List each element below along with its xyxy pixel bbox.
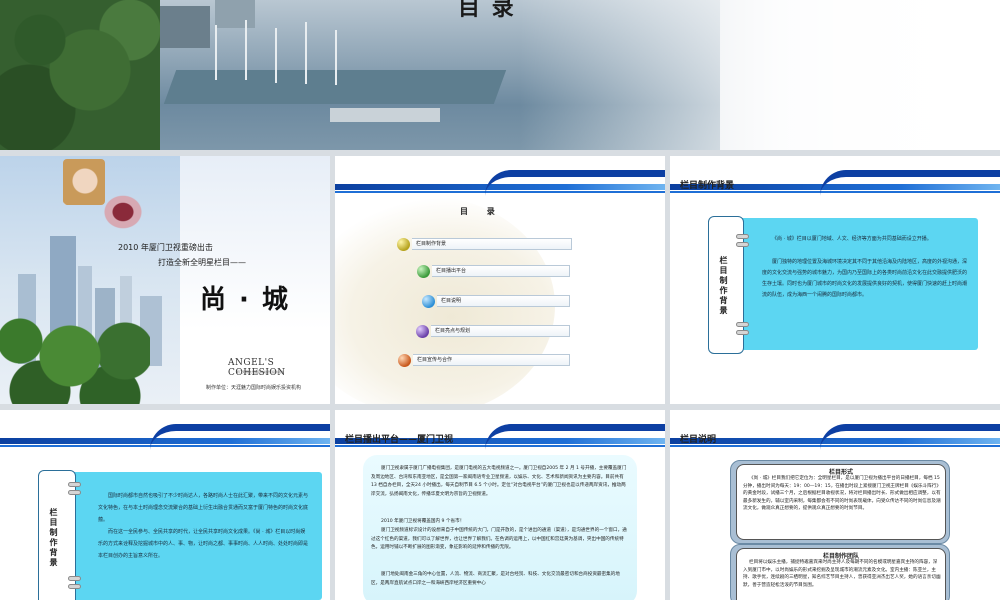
- cover-line1: 2010 年厦门卫视重磅出击: [118, 243, 213, 252]
- slide-toc[interactable]: 目 录 栏目制作背景 栏目播出平台 栏目说明 栏目亮点与规划 栏目宣传与合作: [335, 156, 665, 404]
- paragraph: 《尚 · 城》栏目以厦门地域、人文、经济等方面为共同基础而设立开播。: [772, 236, 932, 242]
- binder-ring: [68, 490, 81, 495]
- header-curve: [485, 170, 665, 196]
- slide-title: 栏目播出平台——厦门卫视: [345, 435, 454, 445]
- paragraph: 厦门卫视隶属于厦门广播电视集团，是厦门电视的五大电视频道之一。厦门卫视自2005…: [371, 466, 627, 497]
- bullet-icon: [422, 294, 435, 308]
- hero-tree: [0, 0, 160, 150]
- bullet-icon: [397, 237, 410, 251]
- header-curve: [820, 424, 1000, 450]
- team-bubble: 栏目制作团队 栏目将以娱乐主播，捕捉特邀嘉宾来时尚主持人及每期不同的名模或明星嘉…: [736, 548, 946, 600]
- toc-label: 栏目亮点与规划: [431, 325, 570, 337]
- binder-ring: [736, 330, 749, 335]
- binder-ring: [68, 482, 81, 487]
- slide-title: 栏目说明: [680, 435, 717, 445]
- slide-platform[interactable]: 栏目播出平台——厦门卫视 厦门卫视隶属于厦门广播电视集团，是厦门电视的五大电视频…: [335, 410, 665, 600]
- cover-line2: 打造全新全明星栏目——: [158, 258, 246, 267]
- slide-cover[interactable]: 2010 年厦门卫视重磅出击 打造全新全明星栏目—— 尚 · 城 ANGEL'S…: [0, 156, 330, 404]
- header-curve: [485, 424, 665, 450]
- producer-text: 制作单位：天涯魅力国际时尚娱乐投资机构: [206, 385, 302, 391]
- toc-item-description[interactable]: 栏目说明: [422, 294, 570, 308]
- bullet-icon: [416, 324, 429, 338]
- slide-description[interactable]: 栏目说明 栏目形式 《尚 · 城》栏目我们把它定位为：全明星栏目，是以厦门卫视为…: [670, 410, 1000, 600]
- toc-label: 栏目说明: [437, 295, 570, 307]
- hero-slide: 目 录: [0, 0, 1000, 150]
- toc-item-promotion[interactable]: 栏目宣传与合作: [398, 353, 570, 367]
- brand-logo: ANGEL'S COHESION: [228, 358, 286, 378]
- hero-mast: [245, 20, 247, 80]
- toc-label: 栏目宣传与合作: [413, 354, 570, 366]
- slide-background[interactable]: 栏目制作背景 栏目制作背景 《尚 · 城》栏目以厦门地域、人文、经济等方面为共同…: [670, 156, 1000, 404]
- paragraph: 厦门独特的地理位置及海城环境决定其不同于其他沿海及内陆地区，高度的外视沟通，深度…: [762, 259, 968, 298]
- paragraph: 国际时尚都市自然也吸引了不少时尚达人，各路时尚人士在此汇聚，带来不同的文化元素与…: [98, 493, 309, 523]
- toc-heading: 目 录: [460, 207, 503, 216]
- side-label: 栏目制作背景: [49, 508, 58, 568]
- toc-item-background[interactable]: 栏目制作背景: [397, 237, 572, 251]
- lips-photo: [98, 190, 148, 234]
- hero-mast: [215, 25, 217, 80]
- paragraph: 2010 年厦门卫视将覆盖国内 9 个省市！: [381, 519, 465, 524]
- header-band: [335, 156, 665, 194]
- paragraph: 厦门卫视频道标识设计的设想来自于中国传统的大门，门是开放的，是个进出的通道（渠道…: [371, 528, 627, 551]
- hero-fade: [520, 0, 1000, 150]
- binder-ring: [68, 576, 81, 581]
- format-text: 《尚 · 城》栏目我们把它定位为：全明星栏目，是以厦门卫视为播出平台的日播栏目，…: [743, 476, 941, 511]
- slide-title: 栏目制作背景: [680, 181, 735, 191]
- toc-item-highlights[interactable]: 栏目亮点与规划: [416, 324, 570, 338]
- binder-ring: [736, 234, 749, 239]
- toc-label: 栏目制作背景: [412, 238, 572, 250]
- hero-mast: [335, 30, 337, 85]
- toc-item-platform[interactable]: 栏目播出平台: [417, 264, 570, 278]
- cover-title: 尚 · 城: [200, 285, 290, 315]
- toc-label: 栏目播出平台: [432, 265, 570, 277]
- hero-title: 目 录: [458, 0, 516, 21]
- hero-dock: [330, 108, 440, 122]
- bullet-icon: [398, 353, 411, 367]
- slide-background-2[interactable]: 栏目制作背景 国际时尚都市自然也吸引了不少时尚达人，各路时尚人士在此汇聚，带来不…: [0, 410, 330, 600]
- header-band: [670, 410, 1000, 448]
- header-curve: [150, 424, 330, 450]
- brand-subtitle: 厦门天涯魅力国际时尚娱乐投资机构: [236, 370, 285, 374]
- binder-ring: [68, 584, 81, 589]
- binder-ring: [736, 322, 749, 327]
- content-card: 厦门卫视隶属于厦门广播电视集团，是厦门电视的五大电视频道之一。厦门卫视自2005…: [363, 455, 637, 600]
- bullet-icon: [417, 264, 430, 278]
- hero-mast: [305, 22, 307, 84]
- team-text: 栏目将以娱乐主播，捕捉特邀嘉宾来时尚主持人及每期不同的名模或明星嘉宾主持的阵容，…: [743, 560, 941, 588]
- binder-ring: [736, 242, 749, 247]
- paragraph: 厦门地处闽南金三角的中心位置，人流、物流、商流汇聚，是对台经贸、科技、文化交流最…: [371, 572, 620, 586]
- hero-mast: [275, 28, 277, 83]
- header-band: [0, 410, 330, 448]
- side-label: 栏目制作背景: [719, 256, 728, 316]
- hero-building: [215, 0, 255, 28]
- header-curve: [820, 170, 1000, 196]
- trees: [0, 311, 150, 404]
- format-bubble: 栏目形式 《尚 · 城》栏目我们把它定位为：全明星栏目，是以厦门卫视为播出平台的…: [736, 464, 946, 540]
- paragraph: 而在这一全民参与、全民共享的时代，让全民共享时尚文化成果。《尚 · 城》栏目以时…: [98, 529, 309, 559]
